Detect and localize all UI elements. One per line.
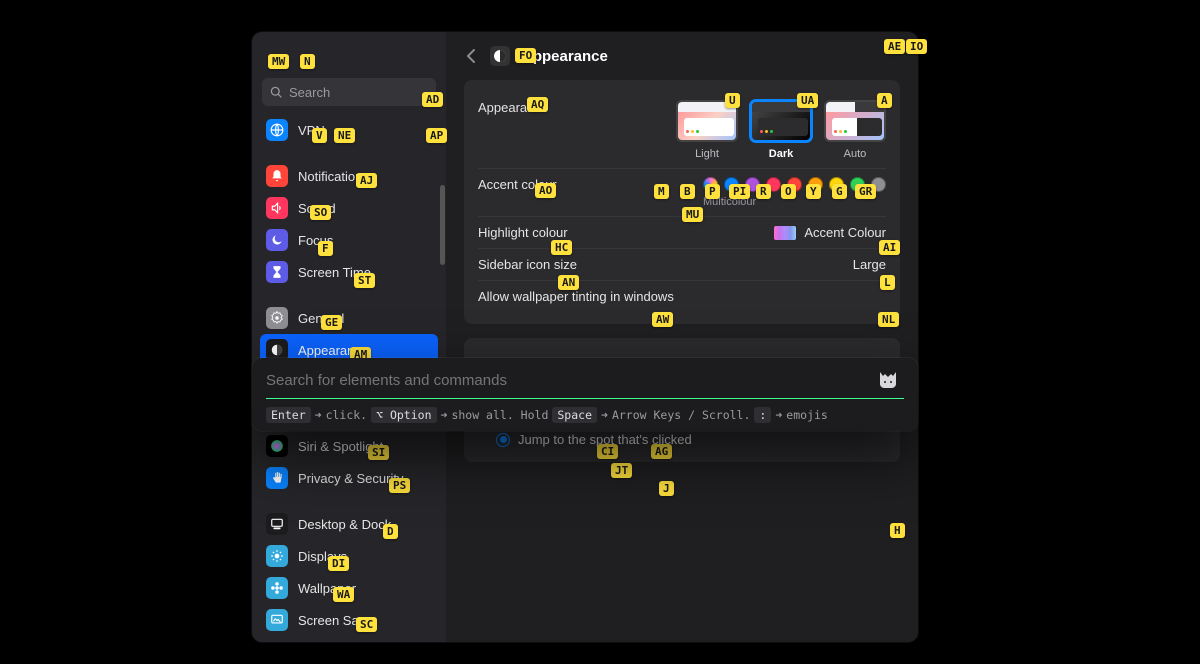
hint-tag: SO <box>310 205 331 220</box>
hint-tag: NE <box>334 128 355 143</box>
highlight-row-label: Highlight colour <box>478 225 568 240</box>
hint-tag: F <box>318 241 333 256</box>
dock-icon <box>266 513 288 535</box>
hint-tag: FO <box>515 48 536 63</box>
sidebar-item-screen-time[interactable]: Screen Time <box>252 256 446 288</box>
hint-tag: PS <box>389 478 410 493</box>
hint-tag: IO <box>906 39 927 54</box>
appearance-card: Appearance LightDarkAuto Accent colour M… <box>464 80 900 324</box>
hint-tag: GR <box>855 184 876 199</box>
hint-tag: ST <box>354 273 375 288</box>
sidebar: Search VPNNotificationsSoundFocusScreen … <box>252 32 446 642</box>
hand-icon <box>266 467 288 489</box>
hint-tag: P <box>705 184 720 199</box>
hint-tag: UA <box>797 93 818 108</box>
gear-icon <box>266 307 288 329</box>
theme-light[interactable]: Light <box>676 100 738 160</box>
hint-tag: DI <box>328 556 349 571</box>
appearance-theme-picker: Light Dark Auto <box>676 100 886 160</box>
command-palette-input[interactable] <box>266 372 870 389</box>
hint-tag: AO <box>535 183 556 198</box>
scrollbar-option[interactable]: Jump to the spot that's clicked <box>478 429 886 450</box>
hint-tag: AW <box>652 312 673 327</box>
hint-tag: WA <box>333 587 354 602</box>
cat-icon <box>876 368 900 392</box>
hint-tag: AD <box>422 92 443 107</box>
sidebar-item-screen-saver[interactable]: Screen Saver <box>252 604 446 636</box>
hint-tag: SC <box>356 617 377 632</box>
hint-tag: NL <box>878 312 899 327</box>
hint-tag: AP <box>426 128 447 143</box>
hint-tag: GE <box>321 315 342 330</box>
hint-tag: AN <box>558 275 579 290</box>
hint-tag: A <box>877 93 892 108</box>
appearance-title-icon <box>490 46 510 66</box>
sidebar-item-general[interactable]: General <box>252 302 446 334</box>
hint-tag: R <box>756 184 771 199</box>
hint-tag: SI <box>368 445 389 460</box>
sidebar-item-focus[interactable]: Focus <box>252 224 446 256</box>
theme-caption: Light <box>676 148 738 160</box>
hint-tag: CI <box>597 444 618 459</box>
sidebar-item-label: Privacy & Security <box>298 471 403 486</box>
tint-row-label: Allow wallpaper tinting in windows <box>478 289 674 304</box>
sidebar-item-privacy-security[interactable]: Privacy & Security <box>252 462 446 494</box>
command-palette: Enter➜click. ⌥ Option➜show all. Hold Spa… <box>252 358 918 431</box>
command-palette-hints: Enter➜click. ⌥ Option➜show all. Hold Spa… <box>266 407 904 423</box>
highlight-select[interactable]: Accent Colour <box>774 225 886 240</box>
hint-tag: MU <box>682 207 703 222</box>
hint-tag: U <box>725 93 740 108</box>
hint-tag: G <box>832 184 847 199</box>
speaker-icon <box>266 197 288 219</box>
highlight-value: Accent Colour <box>804 225 886 240</box>
search-field[interactable]: Search <box>262 78 436 106</box>
hint-tag: AG <box>651 444 672 459</box>
system-settings-window: Search VPNNotificationsSoundFocusScreen … <box>252 32 918 642</box>
hint-tag: V <box>312 128 327 143</box>
hint-tag: PI <box>729 184 750 199</box>
sidebar-item-sound[interactable]: Sound <box>252 192 446 224</box>
search-icon <box>270 86 283 99</box>
theme-auto[interactable]: Auto <box>824 100 886 160</box>
theme-caption: Dark <box>750 148 812 160</box>
sidebar-icon-row-label: Sidebar icon size <box>478 257 577 272</box>
search-placeholder: Search <box>289 85 330 100</box>
content-pane: Appearance Appearance LightDarkAuto Acce… <box>446 32 918 642</box>
sidebar-item-label: Desktop & Dock <box>298 517 391 532</box>
hint-tag: AE <box>884 39 905 54</box>
theme-caption: Auto <box>824 148 886 160</box>
globe-icon <box>266 119 288 141</box>
back-button[interactable] <box>464 49 478 63</box>
hint-tag: M <box>654 184 669 199</box>
sidebar-item-siri-spotlight[interactable]: Siri & Spotlight <box>252 430 446 462</box>
hint-tag: AJ <box>356 173 377 188</box>
hint-tag: O <box>781 184 796 199</box>
sidebar-scrollbar-thumb[interactable] <box>440 185 445 265</box>
flower-icon <box>266 577 288 599</box>
hint-tag: HC <box>551 240 572 255</box>
hint-tag: B <box>680 184 695 199</box>
screensaver-icon <box>266 609 288 631</box>
sidebar-item-notifications[interactable]: Notifications <box>252 160 446 192</box>
hint-tag: H <box>890 523 905 538</box>
hint-tag: Y <box>806 184 821 199</box>
moon-icon <box>266 229 288 251</box>
hint-tag: AQ <box>527 97 548 112</box>
theme-dark[interactable]: Dark <box>750 100 812 160</box>
hint-tag: JT <box>611 463 632 478</box>
hint-tag: J <box>659 481 674 496</box>
hint-tag: L <box>880 275 895 290</box>
hint-tag: MW <box>268 54 289 69</box>
hint-tag: AI <box>879 240 900 255</box>
hint-tag: D <box>383 524 398 539</box>
siri-icon <box>266 435 288 457</box>
hint-tag: N <box>300 54 315 69</box>
sidebar-icon-value[interactable]: Large <box>853 257 886 272</box>
hourglass-icon <box>266 261 288 283</box>
radio-icon <box>496 433 510 447</box>
bell-icon <box>266 165 288 187</box>
sun-icon <box>266 545 288 567</box>
highlight-gradient-icon <box>774 226 796 240</box>
sidebar-item-desktop-dock[interactable]: Desktop & Dock <box>252 508 446 540</box>
